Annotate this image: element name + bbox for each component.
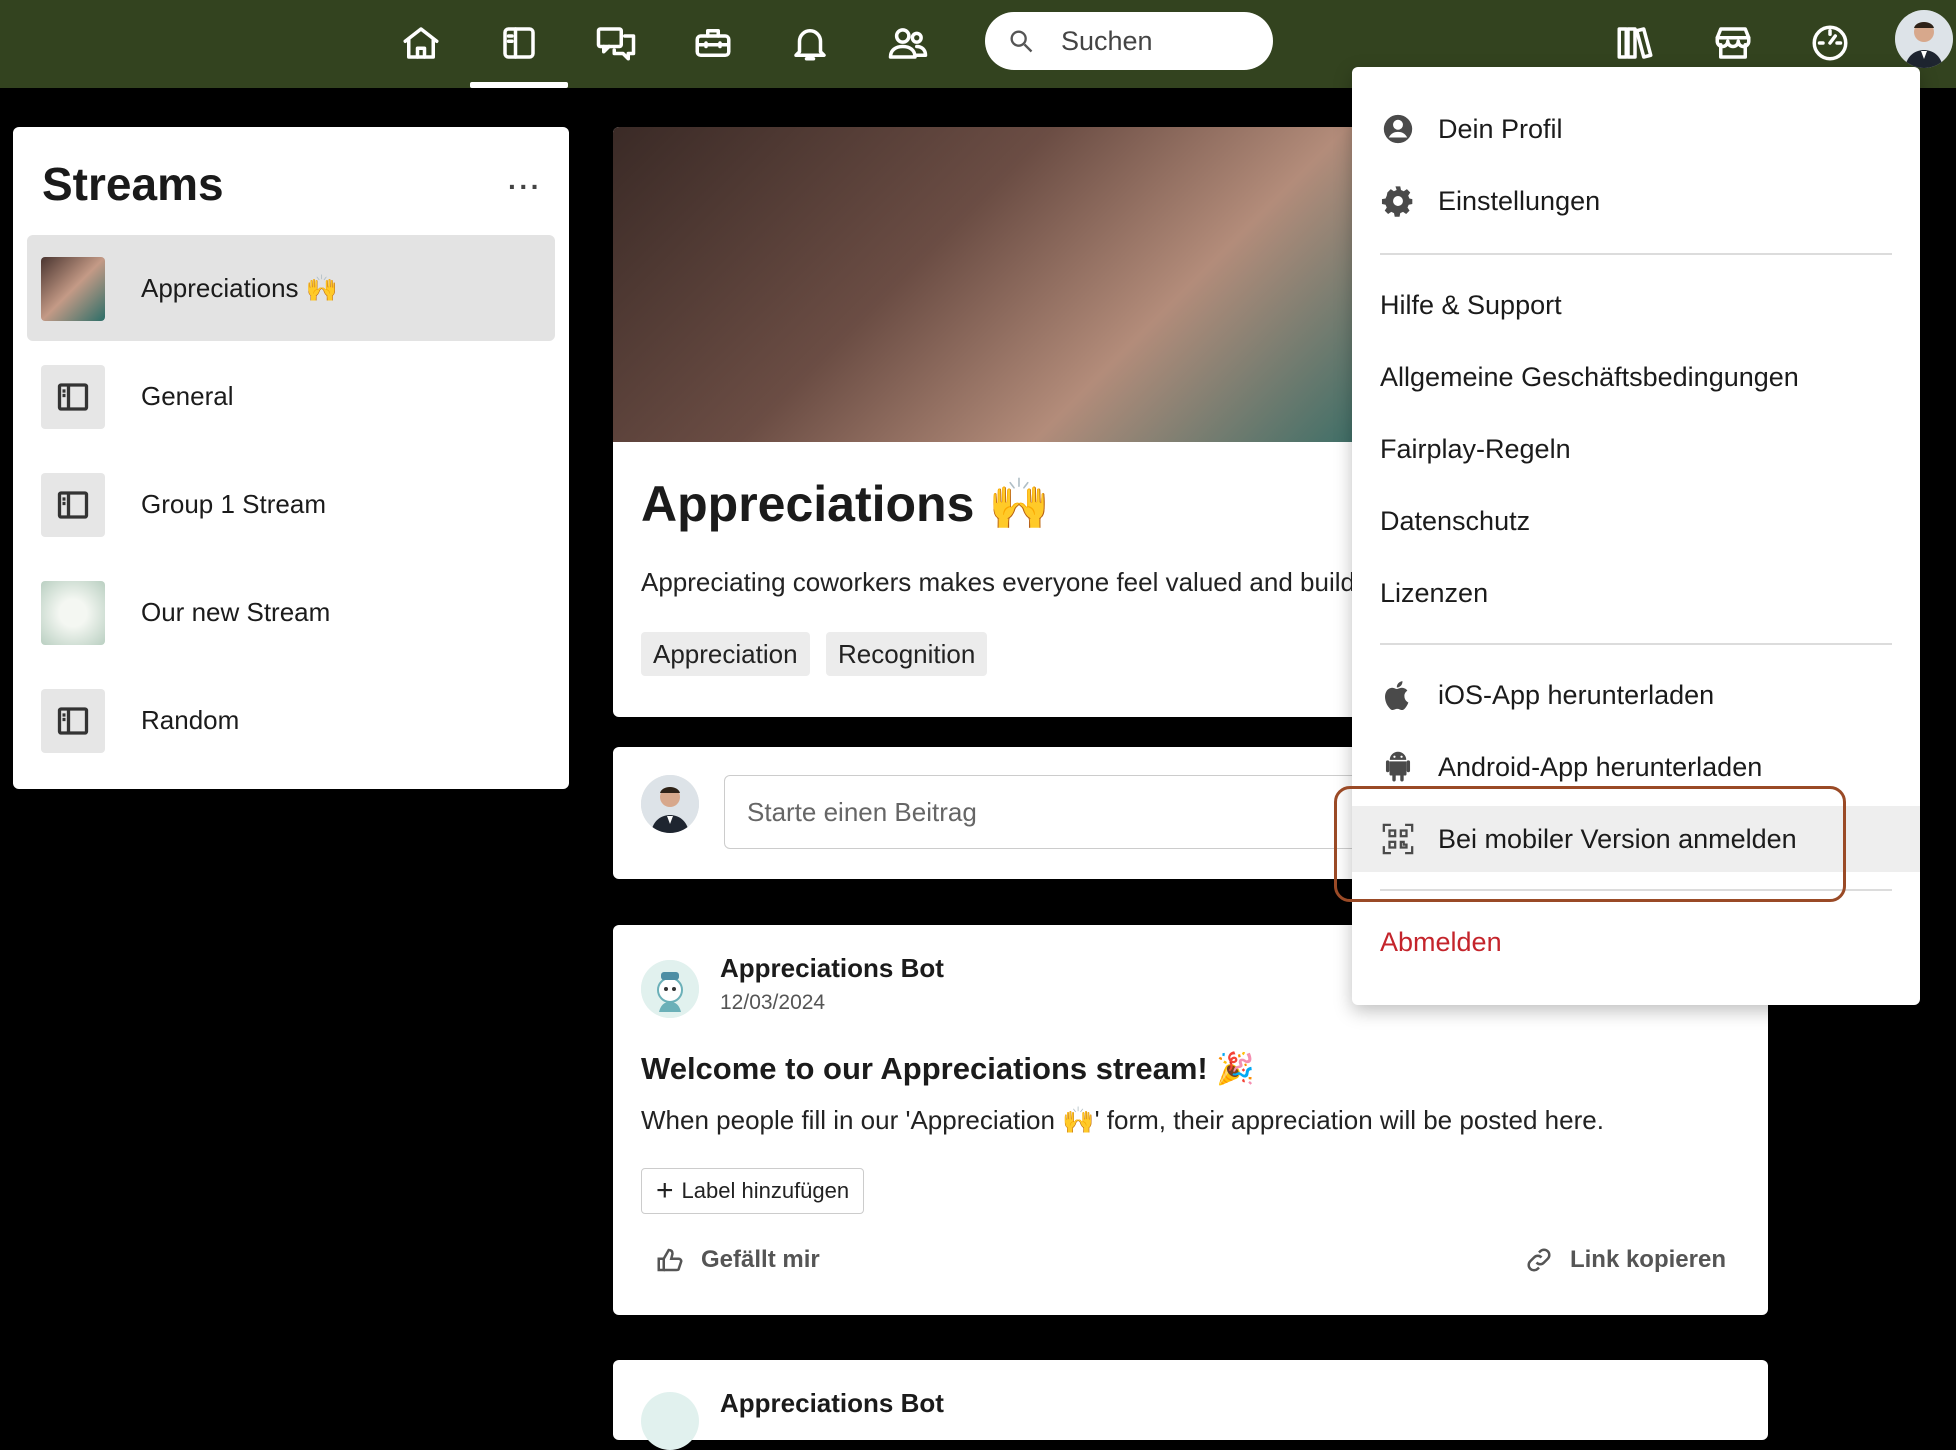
stream-thumbnail — [41, 257, 105, 321]
menu-item-privacy[interactable]: Datenschutz — [1352, 488, 1920, 554]
streams-title: Streams — [42, 158, 224, 210]
post-title: Welcome to our Appreciations stream! 🎉 — [641, 1051, 1255, 1086]
stream-item-random[interactable]: Random — [27, 667, 555, 773]
streams-panel: Streams ··· Appreciations 🙌 General Grou… — [13, 127, 569, 789]
stream-icon — [41, 689, 105, 753]
post-body: When people fill in our 'Appreciation 🙌'… — [641, 1105, 1604, 1135]
menu-item-settings[interactable]: Einstellungen — [1352, 168, 1920, 234]
menu-label: Bei mobiler Version anmelden — [1438, 823, 1797, 854]
menu-label: Einstellungen — [1438, 185, 1601, 216]
post-date: 12/03/2024 — [720, 991, 826, 1014]
menu-label: Fairplay-Regeln — [1380, 433, 1571, 464]
stream-icon — [41, 365, 105, 429]
dashboard-icon[interactable] — [1801, 14, 1859, 72]
divider — [1380, 253, 1892, 255]
menu-label: Datenschutz — [1380, 505, 1531, 536]
bot-avatar — [641, 960, 699, 1018]
user-circle-icon — [1380, 111, 1416, 147]
tag-recognition[interactable]: Recognition — [826, 632, 988, 676]
stream-item-appreciations[interactable]: Appreciations 🙌 — [27, 235, 555, 341]
menu-item-ios-app[interactable]: iOS-App herunterladen — [1352, 662, 1920, 728]
stream-description: Appreciating coworkers makes everyone fe… — [641, 567, 1368, 597]
stream-item-our-new-stream[interactable]: Our new Stream — [27, 559, 555, 665]
stream-label: General — [141, 381, 234, 411]
apple-icon — [1380, 677, 1416, 713]
menu-item-android-app[interactable]: Android-App herunterladen — [1352, 734, 1920, 800]
toolbox-icon[interactable] — [684, 14, 742, 72]
search-placeholder: Suchen — [1061, 25, 1153, 56]
menu-label: Dein Profil — [1438, 113, 1563, 144]
like-label: Gefällt mir — [701, 1246, 820, 1273]
active-tab-indicator — [470, 82, 568, 88]
post-author[interactable]: Appreciations Bot — [720, 953, 944, 984]
tag-appreciation[interactable]: Appreciation — [641, 632, 810, 676]
home-icon[interactable] — [392, 14, 450, 72]
link-icon — [1527, 1248, 1551, 1272]
add-label-text: Label hinzufügen — [681, 1178, 850, 1203]
search-input[interactable]: Suchen — [985, 12, 1273, 70]
divider — [1380, 889, 1892, 891]
qr-code-icon — [1380, 821, 1416, 857]
avatar — [641, 775, 699, 833]
menu-label: Android-App herunterladen — [1438, 751, 1763, 782]
divider — [1380, 643, 1892, 645]
streams-icon[interactable] — [490, 14, 548, 72]
menu-item-logout[interactable]: Abmelden — [1352, 909, 1920, 975]
menu-label: Hilfe & Support — [1380, 289, 1562, 320]
menu-item-mobile-login[interactable]: Bei mobiler Version anmelden — [1352, 806, 1920, 872]
menu-item-fairplay[interactable]: Fairplay-Regeln — [1352, 416, 1920, 482]
people-icon[interactable] — [879, 14, 937, 72]
copy-link-label: Link kopieren — [1569, 1246, 1726, 1273]
stream-label: Group 1 Stream — [141, 489, 326, 519]
stream-item-group-1[interactable]: Group 1 Stream — [27, 451, 555, 557]
stream-label: Appreciations 🙌 — [141, 273, 339, 303]
user-dropdown-menu: Dein Profil Einstellungen Hilfe & Suppor… — [1352, 67, 1920, 1005]
menu-item-terms[interactable]: Allgemeine Geschäftsbedingungen — [1352, 344, 1920, 410]
copy-link-button[interactable]: Link kopieren — [1524, 1245, 1726, 1275]
menu-label: Allgemeine Geschäftsbedingungen — [1380, 361, 1799, 392]
thumbs-up-icon — [657, 1248, 683, 1272]
add-label-button[interactable]: + Label hinzufügen — [641, 1168, 865, 1214]
stream-title: Appreciations 🙌 — [641, 476, 1051, 532]
store-icon[interactable] — [1704, 14, 1762, 72]
stream-item-general[interactable]: General — [27, 343, 555, 449]
stream-label: Our new Stream — [141, 597, 331, 627]
library-icon[interactable] — [1606, 14, 1664, 72]
search-icon — [1010, 30, 1033, 53]
chat-icon[interactable] — [587, 14, 645, 72]
plus-icon: + — [656, 1174, 674, 1207]
stream-label: Random — [141, 705, 240, 735]
logout-label: Abmelden — [1380, 926, 1502, 957]
menu-item-help[interactable]: Hilfe & Support — [1352, 272, 1920, 338]
post-author[interactable]: Appreciations Bot — [720, 1388, 944, 1419]
menu-label: Lizenzen — [1380, 577, 1489, 608]
user-avatar-button[interactable] — [1895, 10, 1953, 68]
like-button[interactable]: Gefällt mir — [655, 1245, 820, 1275]
android-icon — [1380, 749, 1416, 785]
stream-icon — [41, 473, 105, 537]
more-options-button[interactable]: ··· — [508, 171, 542, 203]
bot-avatar — [641, 1392, 699, 1450]
bell-icon[interactable] — [781, 14, 839, 72]
gear-icon — [1380, 183, 1416, 219]
menu-item-licenses[interactable]: Lizenzen — [1352, 560, 1920, 626]
menu-item-profile[interactable]: Dein Profil — [1352, 96, 1920, 162]
post-card: Appreciations Bot — [613, 1360, 1768, 1450]
stream-thumbnail — [41, 581, 105, 645]
menu-label: iOS-App herunterladen — [1438, 679, 1715, 710]
